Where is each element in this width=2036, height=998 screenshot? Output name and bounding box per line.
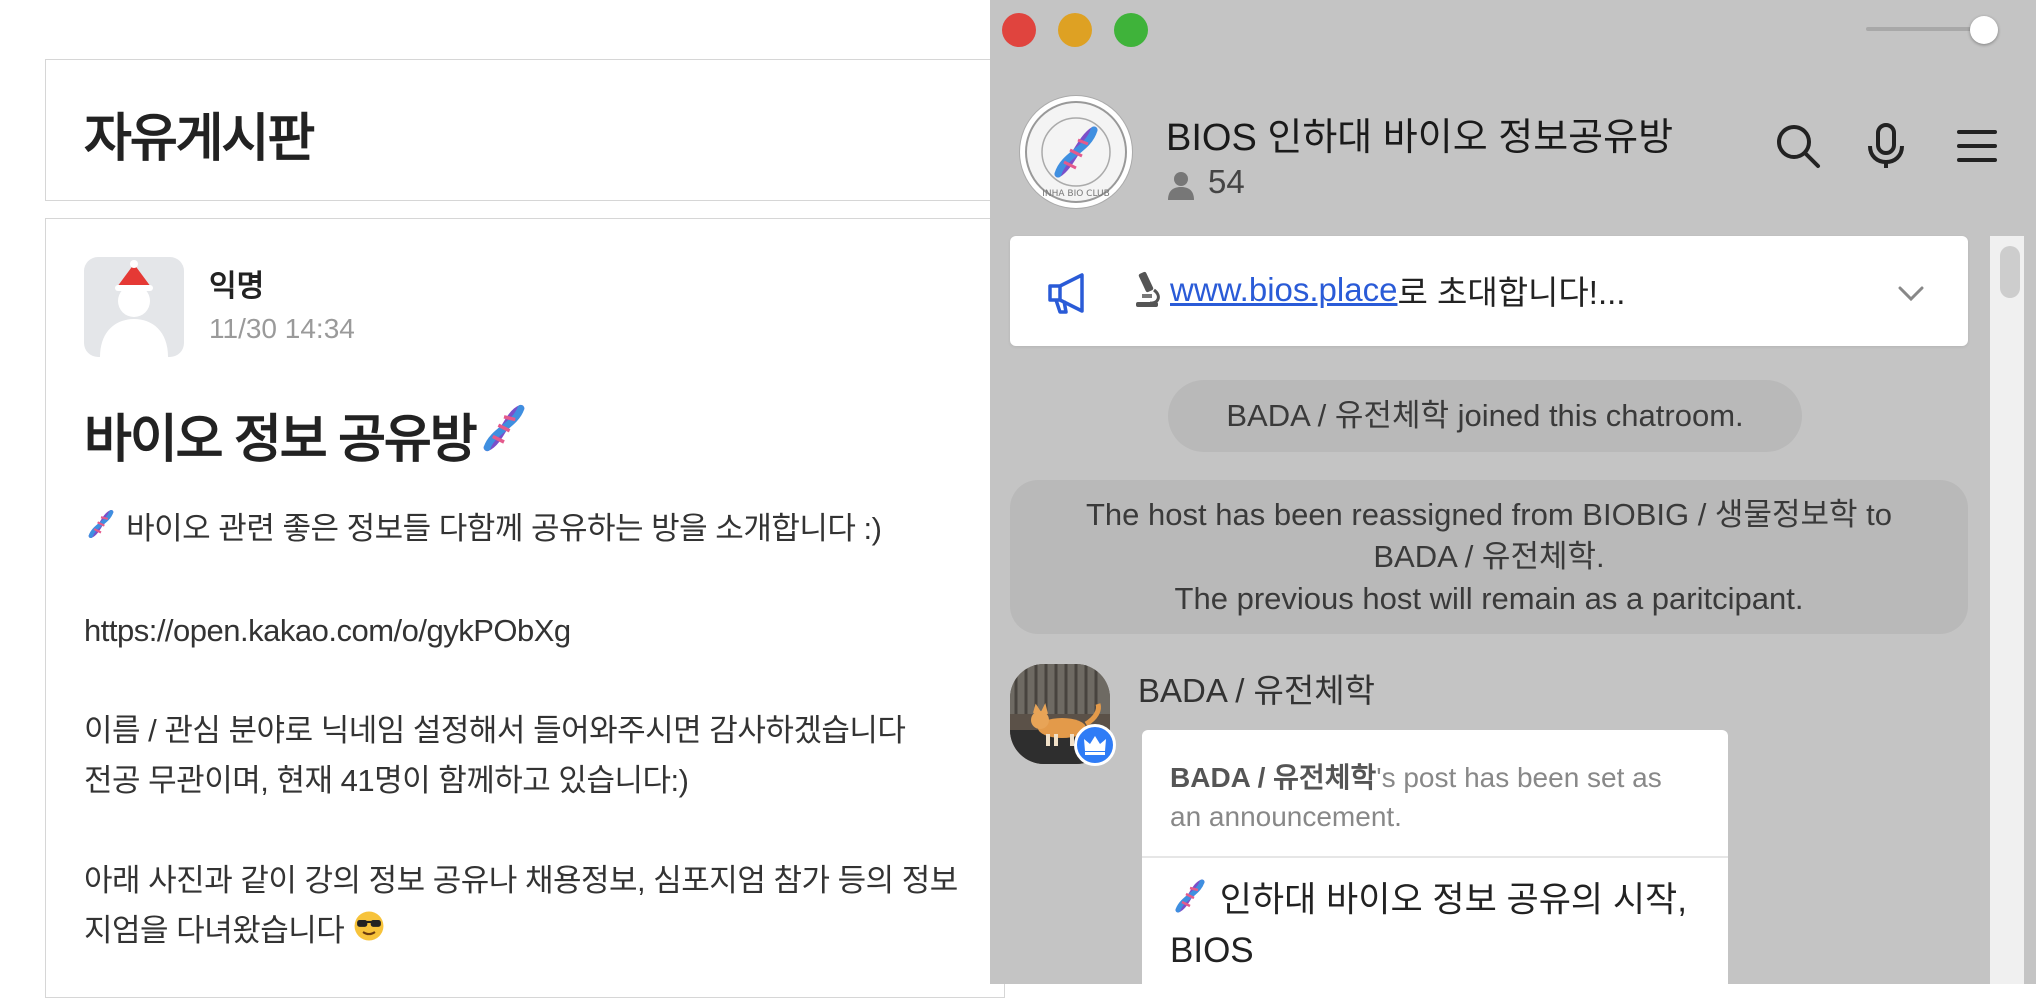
system-message-line: The host has been reassigned from BIOBIG… (1086, 497, 1892, 532)
post-author: 익명 (209, 270, 265, 303)
announcement-body-line: BIOS (1170, 931, 1254, 970)
megaphone-icon (1048, 273, 1084, 314)
announcement-body: 인하대 바이오 정보 공유의 시작, BIOS (1142, 858, 1728, 974)
window-minimize-button[interactable] (1058, 13, 1092, 47)
room-avatar[interactable]: INHA BIO CLUB (1020, 96, 1132, 208)
board-header: 자유게시판 (45, 59, 1005, 201)
system-message-line: The previous host will remain as a parit… (1174, 581, 1804, 616)
post-line: 전공 무관이며, 현재 41명이 함께하고 있습니다:) (84, 762, 689, 798)
sender-name[interactable]: BADA / 유전체학 (1138, 664, 1375, 712)
system-message-join: BADA / 유전체학 joined this chatroom. (1168, 380, 1802, 452)
chat-scrollbar-thumb[interactable] (2000, 246, 2020, 298)
search-icon[interactable] (1774, 122, 1822, 170)
menu-icon[interactable] (1953, 122, 2001, 170)
microphone-icon[interactable] (1862, 122, 1910, 170)
room-name[interactable]: BIOS 인하대 바이오 정보공유방 (1166, 106, 1673, 161)
post-title: 바이오 정보 공유방 (84, 397, 532, 472)
microscope-icon (1136, 271, 1160, 307)
notice-rest: 로 초대합니다!... (1397, 274, 1626, 311)
dna-icon (1170, 876, 1210, 928)
opacity-slider-knob[interactable] (1970, 16, 1998, 44)
dna-icon (476, 400, 532, 469)
system-message-host: The host has been reassigned from BIOBIG… (1010, 480, 1968, 634)
notice-link[interactable]: www.bios.place (1170, 271, 1397, 309)
post-title-text: 바이오 정보 공유방 (84, 411, 478, 469)
sunglasses-emoji (352, 908, 386, 958)
room-avatar-caption: INHA BIO CLUB (1042, 189, 1110, 199)
chevron-down-icon[interactable] (1896, 278, 1926, 308)
system-message-line: BADA / 유전체학. (1373, 539, 1605, 574)
host-crown-badge (1074, 724, 1116, 766)
post-line-last: 지엄을 다녀왔습니다 (84, 906, 1024, 958)
notice-banner[interactable]: www.bios.place 로 초대합니다!... (1010, 236, 1968, 346)
announcement-bubble[interactable]: BADA / 유전체학's post has been set as an an… (1142, 730, 1728, 984)
post-line-text: 바이오 관련 좋은 정보들 다함께 공유하는 방을 소개합니다 :) (126, 511, 882, 546)
post-line: 아래 사진과 같이 강의 정보 공유나 채용정보, 심포지엄 참가 등의 정보 (84, 862, 958, 898)
notice-text: www.bios.place 로 초대합니다!... (1128, 266, 1625, 314)
announcement-header: BADA / 유전체학's post has been set as an an… (1142, 730, 1728, 858)
board-page: 자유게시판 익명 11/30 14:34 바이오 정보 공유방 바이오 관련 좋… (0, 0, 1005, 998)
person-icon (1168, 172, 1194, 200)
post-line-intro: 바이오 관련 좋은 정보들 다함께 공유하는 방을 소개합니다 :) (84, 504, 1024, 556)
crown-icon (1084, 736, 1106, 755)
post-line: 이름 / 관심 분야로 닉네임 설정해서 들어와주시면 감사하겠습니다 (84, 712, 906, 748)
post-line-text: 지엄을 다녀왔습니다 (84, 912, 345, 948)
post-link[interactable]: https://open.kakao.com/o/gykPObXg (84, 606, 1024, 656)
announcement-author: BADA / 유전체학 (1170, 762, 1377, 793)
chat-scrollbar-track[interactable] (1990, 236, 2024, 984)
window-maximize-button[interactable] (1114, 13, 1148, 47)
window-close-button[interactable] (1002, 13, 1036, 47)
chat-window: INHA BIO CLUB BIOS 인하대 바이오 정보공유방 54 www.… (990, 0, 2036, 984)
member-count[interactable]: 54 (1208, 163, 1245, 201)
anonymous-avatar (84, 257, 184, 357)
dna-icon (84, 506, 118, 556)
announcement-body-line: 인하대 바이오 정보 공유의 시작, (1219, 880, 1687, 920)
post-date: 11/30 14:34 (209, 313, 355, 344)
post-card: 익명 11/30 14:34 바이오 정보 공유방 바이오 관련 좋은 정보들 … (45, 218, 1005, 998)
board-title[interactable]: 자유게시판 (84, 96, 315, 171)
post-body: 바이오 관련 좋은 정보들 다함께 공유하는 방을 소개합니다 :) https… (84, 504, 1024, 958)
